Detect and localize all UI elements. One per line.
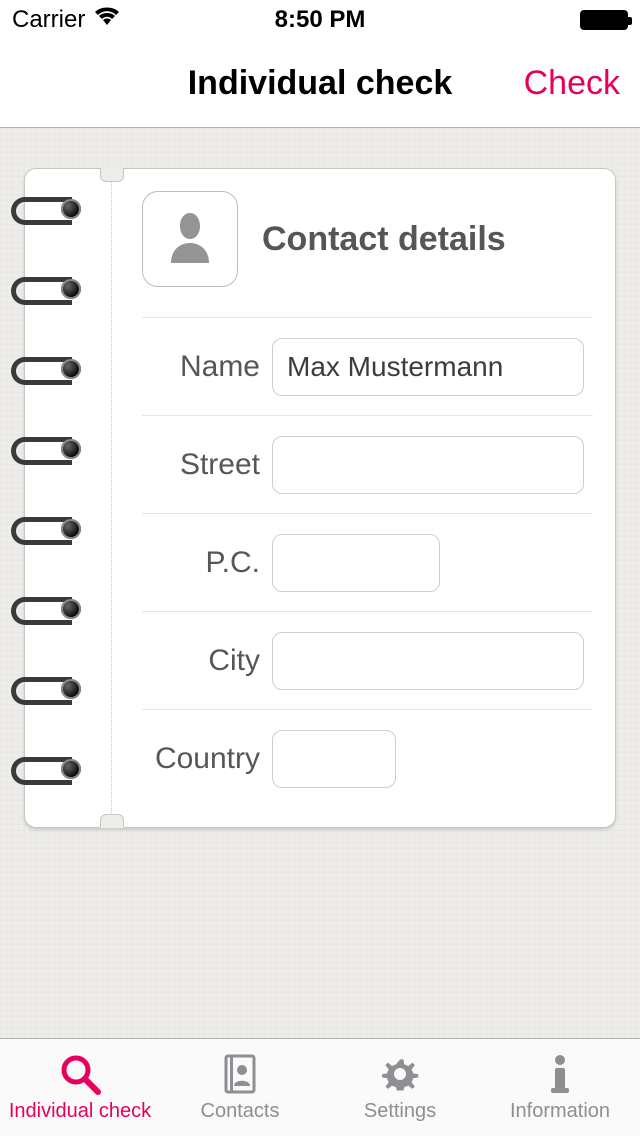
wifi-icon [93,6,121,34]
row-pc: P.C. [142,513,593,611]
notebook-card: Contact details Name Street P.C. City Co… [24,168,616,828]
name-input[interactable] [272,338,584,396]
row-street: Street [142,415,593,513]
tab-individual-check[interactable]: Individual check [0,1039,160,1136]
notch-bottom [100,814,124,828]
person-icon [165,209,215,270]
tab-contacts[interactable]: Contacts [160,1039,320,1136]
search-icon [56,1052,104,1096]
row-name: Name [142,317,593,415]
label-name: Name [142,350,272,384]
tab-bar: Individual check Contacts Settings Infor… [0,1038,640,1136]
content-area: Contact details Name Street P.C. City Co… [0,128,640,1038]
battery-icon [580,10,628,30]
tab-settings[interactable]: Settings [320,1039,480,1136]
pc-input[interactable] [272,534,440,592]
label-street: Street [142,448,272,482]
contact-picker-button[interactable] [142,191,238,287]
nav-bar: Individual check Check [0,40,640,128]
label-pc: P.C. [142,546,272,580]
tab-label: Information [510,1100,610,1123]
section-title: Contact details [262,220,506,259]
tab-label: Contacts [201,1100,280,1123]
contacts-icon [216,1052,264,1096]
check-button[interactable]: Check [524,64,620,103]
tab-information[interactable]: Information [480,1039,640,1136]
gear-icon [376,1052,424,1096]
label-country: Country [142,742,272,776]
country-input[interactable] [272,730,396,788]
row-country: Country [142,709,593,807]
clock: 8:50 PM [275,6,366,34]
status-bar: Carrier 8:50 PM [0,0,640,40]
carrier-label: Carrier [12,6,85,34]
page-title: Individual check [188,64,453,103]
spiral-binding [11,193,81,781]
tab-label: Settings [364,1100,436,1123]
label-city: City [142,644,272,678]
info-icon [536,1052,584,1096]
tab-label: Individual check [9,1100,151,1123]
city-input[interactable] [272,632,584,690]
notch-top [100,168,124,182]
street-input[interactable] [272,436,584,494]
row-city: City [142,611,593,709]
